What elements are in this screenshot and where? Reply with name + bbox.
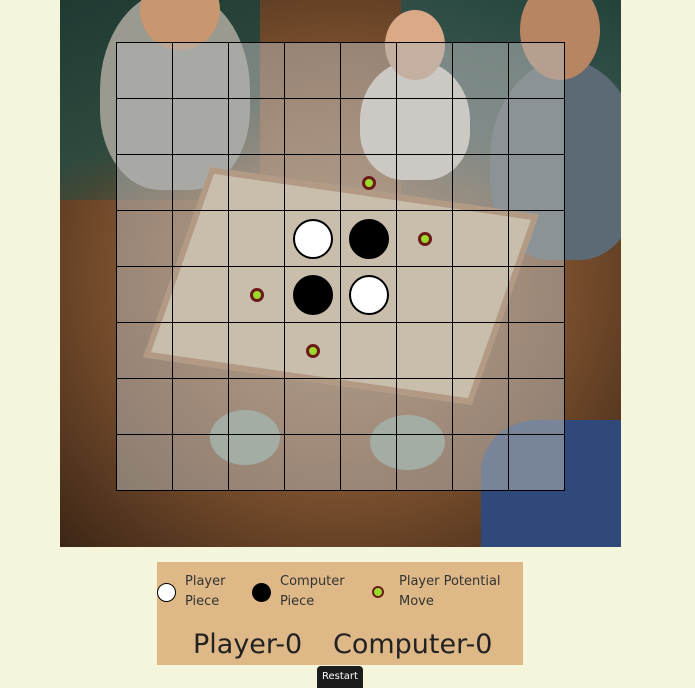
player-piece: [348, 274, 389, 315]
board-cell[interactable]: [453, 211, 509, 267]
board-cell[interactable]: [509, 435, 565, 491]
board-cell[interactable]: [117, 211, 173, 267]
board-cell[interactable]: [397, 323, 453, 379]
board-cell[interactable]: [341, 43, 397, 99]
board-cell[interactable]: [341, 379, 397, 435]
board-cell[interactable]: [229, 99, 285, 155]
board-cell[interactable]: [341, 99, 397, 155]
player-piece: [292, 218, 333, 259]
game-board: [116, 42, 565, 491]
board-cell[interactable]: [117, 435, 173, 491]
board-cell[interactable]: [173, 155, 229, 211]
board-cell[interactable]: [285, 99, 341, 155]
board-cell[interactable]: [117, 43, 173, 99]
board-cell[interactable]: [173, 323, 229, 379]
board-cell[interactable]: [229, 155, 285, 211]
board-cell[interactable]: [397, 211, 453, 267]
board-cell[interactable]: [285, 323, 341, 379]
board-cell[interactable]: [285, 211, 341, 267]
potential-move-icon: [372, 586, 384, 598]
board-cell[interactable]: [229, 267, 285, 323]
board-cell[interactable]: [229, 323, 285, 379]
board-cell[interactable]: [173, 379, 229, 435]
board-cell[interactable]: [173, 267, 229, 323]
board-cell[interactable]: [509, 323, 565, 379]
computer-score: Computer-0: [333, 629, 493, 660]
board-cell[interactable]: [509, 379, 565, 435]
board-cell[interactable]: [285, 43, 341, 99]
computer-piece-icon: [252, 582, 271, 602]
computer-piece: [292, 274, 333, 315]
board-cell[interactable]: [117, 323, 173, 379]
board-cell[interactable]: [397, 155, 453, 211]
board-cell[interactable]: [453, 43, 509, 99]
board-cell[interactable]: [509, 211, 565, 267]
board-cell[interactable]: [453, 323, 509, 379]
legend-player-label: Player Piece: [185, 574, 226, 609]
board-cell[interactable]: [173, 211, 229, 267]
board-cell[interactable]: [341, 435, 397, 491]
legend-computer-label: Computer Piece: [280, 574, 345, 609]
info-panel: Player Piece Computer Piece Player Poten…: [157, 562, 523, 665]
board-cell[interactable]: [229, 211, 285, 267]
board-cell[interactable]: [341, 267, 397, 323]
potential-move-marker[interactable]: [417, 231, 432, 246]
legend-player: Player Piece: [157, 572, 245, 612]
board-cell[interactable]: [397, 43, 453, 99]
legend-computer: Computer Piece: [252, 572, 350, 612]
potential-move-marker[interactable]: [361, 175, 376, 190]
potential-move-marker[interactable]: [305, 343, 320, 358]
board-cell[interactable]: [173, 435, 229, 491]
player-score: Player-0: [193, 629, 303, 660]
board-cell[interactable]: [285, 379, 341, 435]
board-cell[interactable]: [397, 99, 453, 155]
board-cell[interactable]: [173, 43, 229, 99]
legend-hint: Player Potential Move: [372, 572, 509, 612]
board-cell[interactable]: [397, 435, 453, 491]
board-cell[interactable]: [341, 211, 397, 267]
board-cell[interactable]: [453, 155, 509, 211]
board-cell[interactable]: [229, 435, 285, 491]
board-cell[interactable]: [229, 379, 285, 435]
board-cell[interactable]: [397, 379, 453, 435]
board-cell[interactable]: [341, 323, 397, 379]
board-cell[interactable]: [173, 99, 229, 155]
board-cell[interactable]: [285, 435, 341, 491]
board-cell[interactable]: [229, 43, 285, 99]
board-cell[interactable]: [397, 267, 453, 323]
board-cell[interactable]: [285, 267, 341, 323]
player-piece-icon: [157, 582, 176, 602]
board-cell[interactable]: [509, 99, 565, 155]
board-cell[interactable]: [117, 267, 173, 323]
board-cell[interactable]: [117, 155, 173, 211]
computer-piece: [348, 218, 389, 259]
board-cell[interactable]: [509, 155, 565, 211]
board-cell[interactable]: [117, 99, 173, 155]
board-cell[interactable]: [453, 379, 509, 435]
board-cell[interactable]: [453, 267, 509, 323]
board-cell[interactable]: [341, 155, 397, 211]
board-cell[interactable]: [453, 99, 509, 155]
board-cell[interactable]: [117, 379, 173, 435]
legend-hint-label: Player Potential Move: [399, 574, 501, 609]
board-cell[interactable]: [285, 155, 341, 211]
board-cell[interactable]: [509, 43, 565, 99]
potential-move-marker[interactable]: [249, 287, 264, 302]
board-cell[interactable]: [509, 267, 565, 323]
board-cell[interactable]: [453, 435, 509, 491]
